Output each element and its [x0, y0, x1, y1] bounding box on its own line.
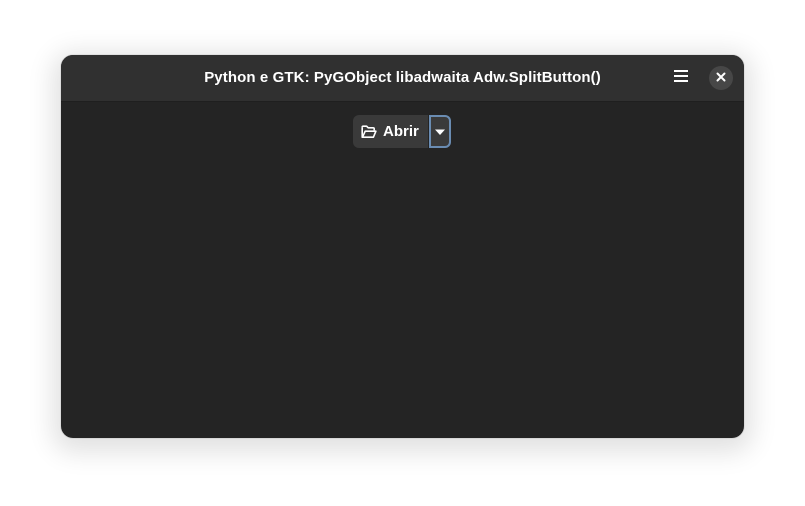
- main-content: Abrir: [61, 102, 744, 438]
- hamburger-menu-icon: [673, 69, 689, 88]
- pan-down-icon: [434, 123, 446, 141]
- open-button[interactable]: Abrir: [353, 115, 428, 148]
- app-window: Python e GTK: PyGObject libadwaita Adw.S…: [61, 55, 744, 438]
- headerbar: Python e GTK: PyGObject libadwaita Adw.S…: [61, 55, 744, 102]
- open-button-label: Abrir: [383, 123, 419, 140]
- close-button[interactable]: [709, 66, 733, 90]
- folder-open-icon: [361, 124, 377, 139]
- split-button: Abrir: [353, 115, 451, 148]
- window-title: Python e GTK: PyGObject libadwaita Adw.S…: [204, 69, 601, 86]
- split-button-dropdown[interactable]: [428, 115, 451, 148]
- close-icon: [716, 69, 726, 87]
- main-menu-button[interactable]: [667, 64, 695, 92]
